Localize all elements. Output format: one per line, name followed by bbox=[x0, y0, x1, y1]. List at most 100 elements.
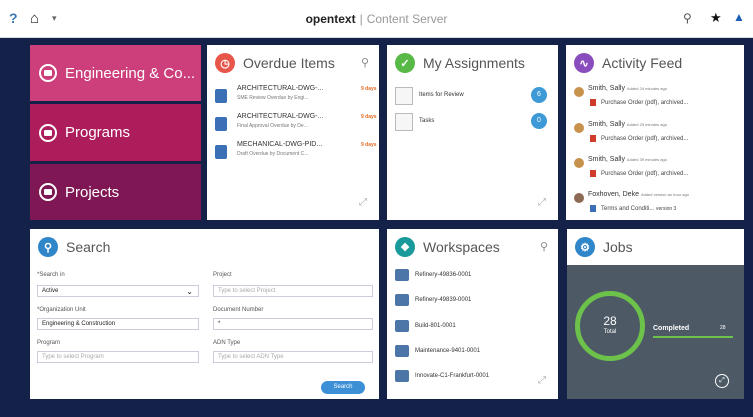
favorites-star-icon[interactable]: ★ bbox=[710, 10, 722, 26]
workspace-icon bbox=[395, 345, 409, 357]
document-number-label: Document Number bbox=[213, 307, 264, 313]
item-description: Draft Overdue by Document C... bbox=[237, 151, 309, 157]
list-item[interactable]: Foxhoven, Deke Added version an hour ago… bbox=[574, 191, 742, 225]
search-icon[interactable]: ⚲ bbox=[683, 11, 692, 25]
search-icon[interactable]: ⚲ bbox=[540, 240, 548, 253]
version-label: version 3 bbox=[656, 206, 677, 213]
document-link[interactable]: Terms and Conditi... bbox=[601, 206, 654, 212]
user-name[interactable]: Smith, Sally bbox=[588, 156, 625, 163]
my-assignments-widget: ✓ My Assignments Items for Review 6 Task… bbox=[387, 45, 558, 220]
completed-label: Completed bbox=[653, 325, 690, 332]
list-item[interactable]: Smith, Sally Added 25 minutes ago Purcha… bbox=[574, 121, 742, 155]
app-title: opentext | Content Server bbox=[0, 12, 753, 26]
document-number-field[interactable]: * bbox=[213, 318, 373, 330]
due-badge: 9 days bbox=[361, 114, 377, 120]
pdf-icon bbox=[590, 99, 596, 106]
item-label: Maintenance-9401-0001 bbox=[415, 348, 481, 354]
product-name: Content Server bbox=[366, 12, 448, 26]
org-unit-field[interactable]: Engineering & Construction bbox=[37, 318, 199, 330]
nav-tile-projects[interactable]: Projects bbox=[30, 164, 201, 220]
list-item[interactable]: Build-801-0001 bbox=[395, 320, 545, 336]
widget-header: ⚲ Search bbox=[38, 237, 110, 257]
timestamp: Added 24 minutes ago bbox=[626, 86, 667, 91]
list-item[interactable]: ARCHITECTURAL-DWG-... Final Approval Ove… bbox=[215, 113, 377, 139]
timestamp: Added 25 minutes ago bbox=[626, 122, 667, 127]
widget-title: My Assignments bbox=[423, 55, 525, 71]
avatar bbox=[574, 87, 584, 97]
checkmark-icon: ✓ bbox=[395, 53, 415, 73]
widget-title: Workspaces bbox=[423, 239, 500, 255]
workspaces-widget: ❖ Workspaces ⚲ Refinery-49836-0001 Refin… bbox=[387, 229, 558, 399]
search-icon: ⚲ bbox=[38, 237, 58, 257]
user-name[interactable]: Smith, Sally bbox=[588, 121, 625, 128]
document-link[interactable]: Purchase Order (pdf), archived... bbox=[601, 136, 688, 142]
user-name[interactable]: Smith, Sally bbox=[588, 85, 625, 92]
workspace-icon bbox=[395, 294, 409, 306]
total-label: Total bbox=[603, 329, 617, 335]
folder-icon bbox=[39, 183, 57, 201]
adn-type-field[interactable]: Type to select ADN Type bbox=[213, 351, 373, 363]
expand-icon[interactable]: ⤢ bbox=[538, 375, 546, 386]
item-name: ARCHITECTURAL-DWG-... bbox=[237, 113, 324, 120]
list-item[interactable]: Refinery-49839-0001 bbox=[395, 294, 545, 310]
search-in-select[interactable]: Active ⌄ bbox=[37, 285, 199, 297]
list-item[interactable]: Refinery-49836-0001 bbox=[395, 269, 545, 285]
item-label: Items for Review bbox=[419, 92, 464, 98]
nav-tile-programs[interactable]: Programs bbox=[30, 104, 201, 161]
pdf-icon bbox=[590, 170, 596, 177]
widget-title: Search bbox=[66, 239, 111, 255]
document-link[interactable]: Purchase Order (pdf), archived... bbox=[601, 100, 688, 106]
widget-header: ✓ My Assignments bbox=[395, 53, 525, 73]
document-icon bbox=[215, 117, 227, 131]
due-badge: 9 days bbox=[361, 86, 377, 92]
workspaces-icon: ❖ bbox=[395, 237, 415, 257]
search-button[interactable]: Search bbox=[321, 381, 365, 394]
count-badge: 0 bbox=[531, 113, 547, 129]
list-item[interactable]: Smith, Sally Added 24 minutes ago Purcha… bbox=[574, 85, 742, 119]
completed-bar bbox=[653, 336, 733, 338]
nav-tile-label: Engineering & Co... bbox=[65, 64, 196, 82]
alarm-clock-icon: ◷ bbox=[215, 53, 235, 73]
widget-header: ∿ Activity Feed bbox=[574, 53, 682, 73]
workspace-icon bbox=[395, 320, 409, 332]
widget-header: ⚙ Jobs bbox=[567, 229, 744, 265]
org-unit-label: *Organization Unit bbox=[37, 307, 86, 313]
user-profile-icon[interactable]: ▲ bbox=[733, 10, 745, 24]
widget-header-inner: ⚙ Jobs bbox=[575, 237, 633, 257]
overdue-items-widget: ◷ Overdue Items ⚲ ARCHITECTURAL-DWG-... … bbox=[207, 45, 379, 220]
project-label: Project bbox=[213, 272, 232, 278]
tasks-icon bbox=[395, 113, 413, 131]
pdf-icon bbox=[590, 135, 596, 142]
folder-icon bbox=[39, 64, 57, 82]
list-item[interactable]: MECHANICAL-DWG-PID... Draft Overdue by D… bbox=[215, 141, 377, 167]
list-item[interactable]: Tasks 0 bbox=[395, 111, 553, 135]
list-item[interactable]: Items for Review 6 bbox=[395, 85, 553, 109]
item-label: Build-801-0001 bbox=[415, 323, 456, 329]
chevron-down-icon: ⌄ bbox=[186, 287, 193, 296]
nav-tile-engineering[interactable]: Engineering & Co... bbox=[30, 45, 201, 101]
list-item[interactable]: Smith, Sally Added 39 minutes ago Purcha… bbox=[574, 156, 742, 190]
project-field[interactable]: Type to select Project bbox=[213, 285, 373, 297]
nav-tile-label: Projects bbox=[65, 183, 120, 201]
search-icon[interactable]: ⚲ bbox=[361, 56, 369, 69]
selected-value: Active bbox=[42, 288, 59, 294]
document-link[interactable]: Purchase Order (pdf), archived... bbox=[601, 171, 688, 177]
program-field[interactable]: Type to select Program bbox=[37, 351, 199, 363]
brand-name: opentext bbox=[305, 12, 356, 26]
expand-icon[interactable]: ⤢ bbox=[359, 197, 367, 208]
workspace-icon bbox=[395, 269, 409, 281]
list-item[interactable]: Innovate-C1-Frankfurt-0001 bbox=[395, 370, 545, 386]
list-item[interactable]: ARCHITECTURAL-DWG-... SME Review Overdue… bbox=[215, 85, 377, 111]
item-name: MECHANICAL-DWG-PID... bbox=[237, 141, 323, 148]
user-name[interactable]: Foxhoven, Deke bbox=[588, 191, 639, 198]
expand-icon[interactable]: ⤢ bbox=[715, 374, 729, 388]
expand-icon[interactable]: ⤢ bbox=[538, 197, 546, 208]
document-icon bbox=[215, 89, 227, 103]
completed-count: 28 bbox=[720, 325, 726, 331]
list-item[interactable]: Maintenance-9401-0001 bbox=[395, 345, 545, 361]
top-bar: ? ⌂ ▾ opentext | Content Server ⚲ ★ ▲ bbox=[0, 0, 753, 38]
folder-icon bbox=[39, 123, 57, 142]
widget-header: ❖ Workspaces bbox=[395, 237, 500, 257]
avatar bbox=[574, 193, 584, 203]
jobs-icon: ⚙ bbox=[575, 237, 595, 257]
